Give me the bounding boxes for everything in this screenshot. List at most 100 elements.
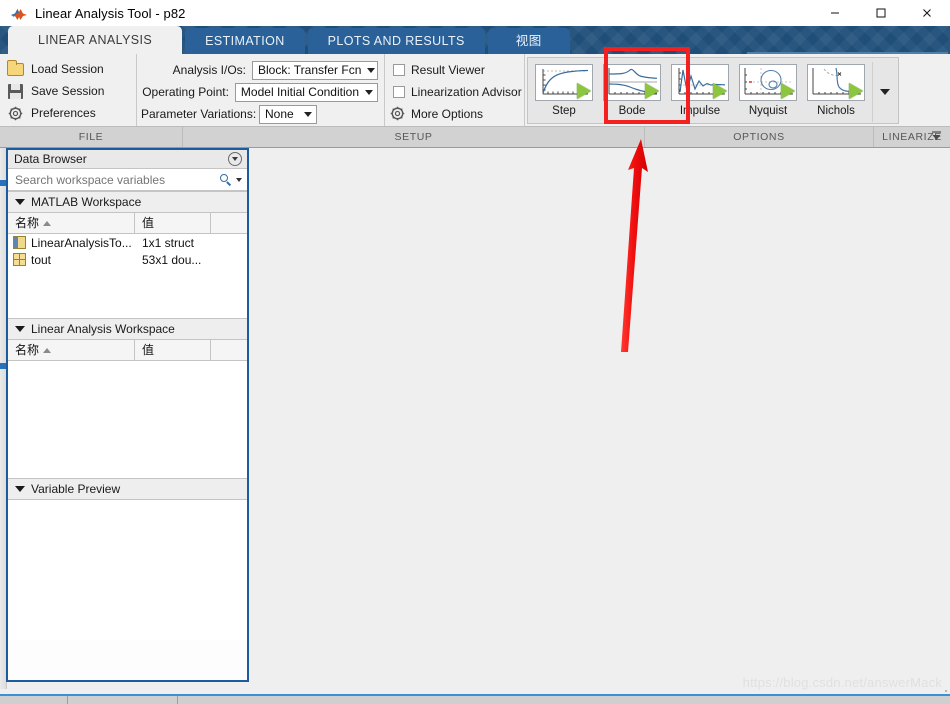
parameter-variations-label: Parameter Variations:	[141, 107, 257, 121]
operating-point-row: Operating Point: Model Initial Condition	[141, 81, 378, 103]
ribbon-group-file: Load Session Save Session Preferences	[0, 54, 136, 126]
chevron-down-icon	[365, 89, 373, 95]
close-button[interactable]	[904, 0, 950, 26]
column-header-value[interactable]: 值	[135, 212, 211, 234]
analysis-ios-label: Analysis I/Os:	[172, 63, 246, 77]
section-header-variable-preview[interactable]: Variable Preview	[8, 479, 247, 500]
status-bar	[0, 696, 950, 704]
analysis-ios-select[interactable]: Block: Transfer Fcn	[252, 60, 378, 80]
variable-name: LinearAnalysisTo...	[31, 235, 132, 250]
ribbon-group-setup: Analysis I/Os: Block: Transfer Fcn Opera…	[136, 54, 384, 126]
gallery-item-nichols[interactable]: Nichols	[802, 62, 870, 122]
watermark-text: https://blog.csdn.net/answerMack	[742, 675, 942, 690]
column-header-value[interactable]: 值	[135, 339, 211, 361]
parameter-variations-value: None	[265, 107, 294, 121]
section-variable-preview: Variable Preview	[8, 478, 247, 640]
operating-point-select[interactable]: Model Initial Condition	[234, 82, 378, 102]
chevron-down-icon	[15, 326, 25, 332]
load-session-button[interactable]: Load Session	[6, 58, 136, 80]
section-linear-analysis-workspace: Linear Analysis Workspace 名称 值	[8, 318, 247, 478]
operating-point-value: Model Initial Condition	[240, 85, 359, 99]
group-label-options: OPTIONS	[645, 127, 874, 147]
run-icon	[645, 83, 659, 99]
parameter-variations-select[interactable]: None	[259, 104, 317, 124]
save-session-label: Save Session	[31, 84, 105, 98]
ribbon-tab-strip: LINEAR ANALYSIS ESTIMATION PLOTS AND RES…	[0, 26, 950, 54]
sort-ascending-icon	[43, 220, 52, 226]
table-body-linear-analysis-workspace	[8, 361, 247, 478]
plot-type-gallery: Step Bode Impulse Nyquist Nichols	[527, 57, 899, 124]
section-title: Variable Preview	[31, 482, 121, 496]
column-header-extra[interactable]	[211, 340, 247, 361]
window-title: Linear Analysis Tool - p82	[35, 5, 186, 21]
chevron-down-icon	[879, 89, 890, 95]
gallery-item-nyquist[interactable]: Nyquist	[734, 62, 802, 122]
parameter-variations-row: Parameter Variations: None	[141, 103, 378, 125]
column-header-extra[interactable]	[211, 213, 247, 234]
table-header-linear-analysis-workspace: 名称 值	[8, 339, 247, 361]
panel-options-icon[interactable]	[228, 152, 242, 166]
section-matlab-workspace: MATLAB Workspace 名称 值 LinearAnalysisTo..…	[8, 191, 247, 318]
search-input[interactable]	[15, 172, 219, 187]
tab-linear-analysis[interactable]: LINEAR ANALYSIS	[8, 26, 183, 54]
step-response-thumbnail	[535, 64, 593, 101]
tab-view[interactable]: 视图	[487, 28, 570, 54]
checkbox-icon	[393, 64, 405, 76]
sort-ascending-icon	[43, 347, 52, 353]
linearization-advisor-checkbox[interactable]: Linearization Advisor	[393, 81, 524, 103]
group-label-file: FILE	[0, 127, 183, 147]
analysis-ios-row: Analysis I/Os: Block: Transfer Fcn	[141, 59, 378, 81]
gear-icon	[6, 104, 26, 122]
section-header-matlab-workspace[interactable]: MATLAB Workspace	[8, 192, 247, 213]
table-row[interactable]: tout 53x1 dou...	[8, 251, 247, 268]
gallery-item-impulse[interactable]: Impulse	[666, 62, 734, 122]
result-viewer-label: Result Viewer	[411, 63, 485, 77]
folder-icon	[6, 60, 26, 78]
maximize-button[interactable]	[858, 0, 904, 26]
ribbon: Load Session Save Session Preferences An…	[0, 54, 950, 148]
chevron-down-icon	[15, 199, 25, 205]
gallery-label-impulse: Impulse	[679, 105, 721, 117]
chevron-down-icon[interactable]	[236, 177, 242, 182]
result-viewer-checkbox[interactable]: Result Viewer	[393, 59, 524, 81]
bode-plot-thumbnail	[603, 64, 661, 101]
tab-estimation[interactable]: ESTIMATION	[185, 28, 305, 54]
variable-value: 1x1 struct	[142, 235, 195, 250]
column-header-name[interactable]: 名称	[8, 212, 135, 234]
title-bar: Linear Analysis Tool - p82	[0, 0, 950, 26]
gallery-item-bode[interactable]: Bode	[598, 62, 666, 122]
search-icon[interactable]	[219, 173, 233, 187]
ribbon-tabs: LINEAR ANALYSIS ESTIMATION PLOTS AND RES…	[0, 26, 950, 54]
gallery-label-nichols: Nichols	[817, 105, 855, 117]
save-session-button[interactable]: Save Session	[6, 80, 136, 102]
variable-preview-body	[8, 500, 247, 640]
ribbon-groups: Load Session Save Session Preferences An…	[0, 54, 950, 126]
table-row[interactable]: LinearAnalysisTo... 1x1 struct	[8, 234, 247, 251]
gallery-more-button[interactable]	[872, 62, 896, 122]
table-body-matlab-workspace: LinearAnalysisTo... 1x1 struct tout 53x1…	[8, 234, 247, 318]
more-options-label: More Options	[411, 107, 484, 121]
gear-icon	[390, 105, 408, 123]
preferences-button[interactable]: Preferences	[6, 102, 136, 124]
chevron-down-icon	[304, 111, 312, 117]
more-options-button[interactable]: More Options	[390, 103, 524, 125]
gallery-label-bode: Bode	[618, 105, 646, 117]
window-controls	[812, 0, 950, 26]
ribbon-group-labels: FILE SETUP OPTIONS LINEARIZE	[0, 126, 950, 147]
run-icon	[577, 83, 591, 99]
linear-analysis-tool-window: Linear Analysis Tool - p82 LINEAR ANALYS…	[0, 0, 950, 704]
gallery-item-step[interactable]: Step	[530, 62, 598, 122]
data-browser-title: Data Browser	[14, 152, 87, 166]
minimize-button[interactable]	[812, 0, 858, 26]
data-browser-header: Data Browser	[8, 150, 247, 169]
variable-value: 53x1 dou...	[142, 252, 202, 267]
ribbon-group-options: Result Viewer Linearization Advisor More…	[384, 54, 524, 126]
collapse-ribbon-button[interactable]	[928, 126, 944, 144]
search-row	[8, 169, 247, 191]
impulse-response-thumbnail	[671, 64, 729, 101]
column-header-name[interactable]: 名称	[8, 339, 135, 361]
section-header-linear-analysis-workspace[interactable]: Linear Analysis Workspace	[8, 319, 247, 340]
chevron-down-icon	[367, 67, 376, 73]
matlab-logo-icon	[10, 5, 28, 21]
tab-plots-and-results[interactable]: PLOTS AND RESULTS	[307, 28, 485, 54]
